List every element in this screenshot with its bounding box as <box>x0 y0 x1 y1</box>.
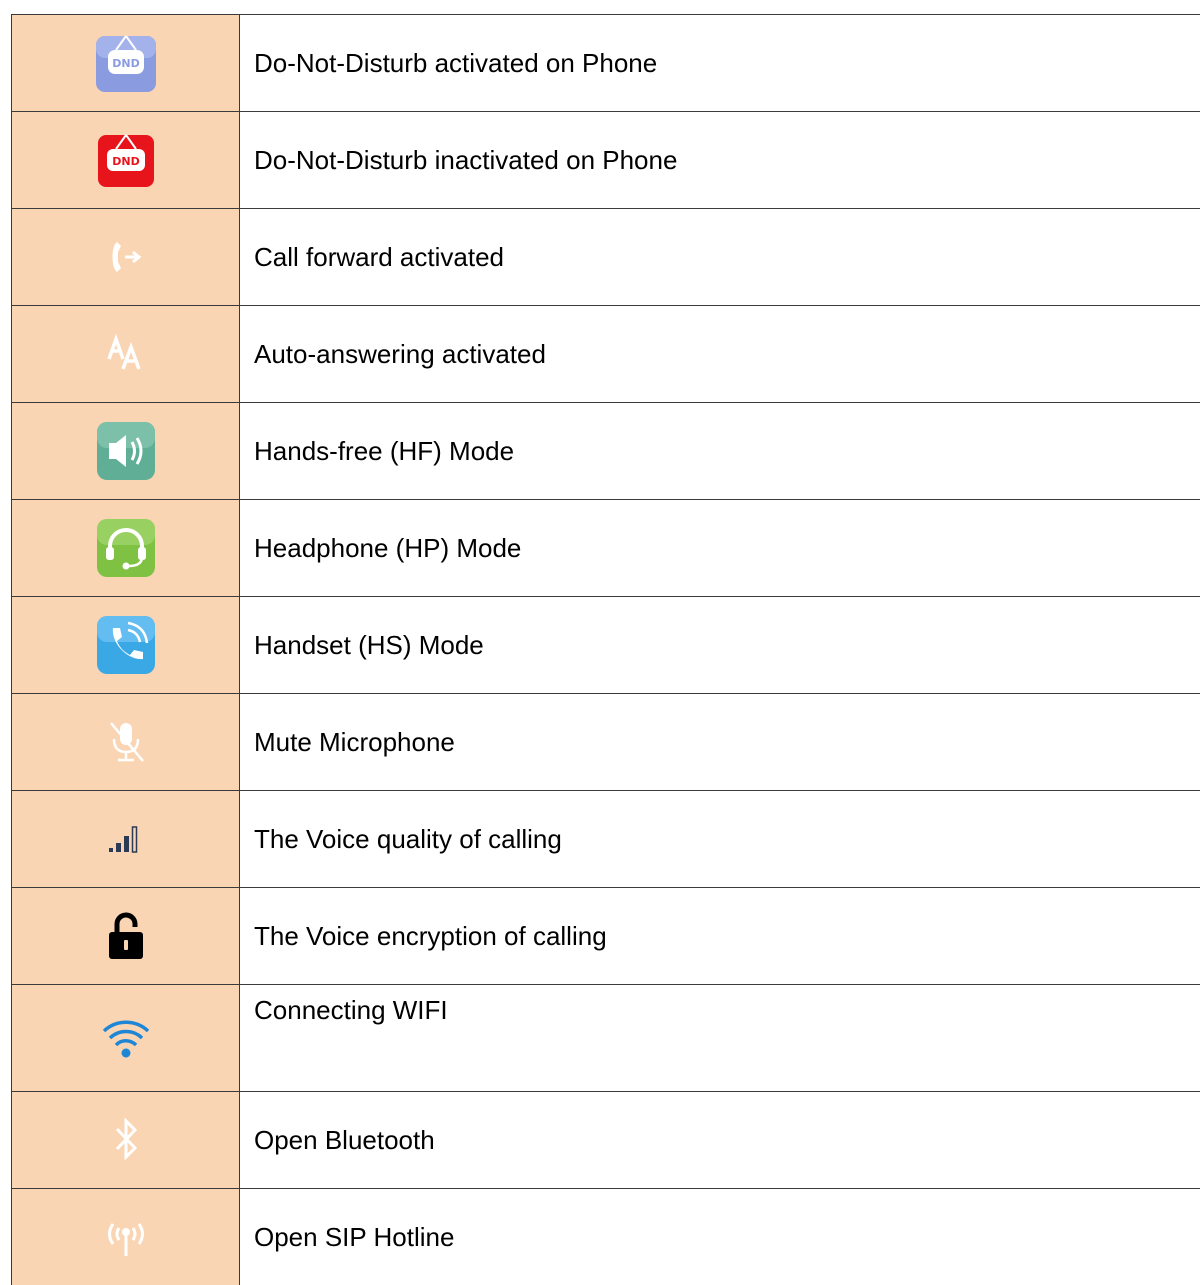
description-cell: Do-Not-Disturb activated on Phone <box>240 15 1200 112</box>
dnd-icon-label: DND <box>112 57 139 70</box>
description-cell: Auto-answering activated <box>240 306 1200 403</box>
row-description: Mute Microphone <box>254 727 455 757</box>
table-row: Open SIP Hotline <box>12 1189 1200 1285</box>
icon-cell <box>12 500 240 597</box>
row-description: Auto-answering activated <box>254 339 546 369</box>
row-description: The Voice quality of calling <box>254 824 562 854</box>
table-row: Open Bluetooth <box>12 1092 1200 1189</box>
row-description: Do-Not-Disturb activated on Phone <box>254 48 657 78</box>
wifi-icon <box>99 1013 153 1063</box>
table-row: Handset (HS) Mode <box>12 597 1200 694</box>
headset-icon <box>93 515 159 581</box>
description-cell: Handset (HS) Mode <box>240 597 1200 694</box>
row-description: Headphone (HP) Mode <box>254 533 521 563</box>
icon-cell: DND <box>12 112 240 209</box>
bluetooth-icon <box>101 1113 151 1167</box>
icon-cell <box>12 694 240 791</box>
lock-icon <box>101 909 151 963</box>
description-cell: Headphone (HP) Mode <box>240 500 1200 597</box>
icon-cell <box>12 403 240 500</box>
description-cell: Call forward activated <box>240 209 1200 306</box>
table-row: Mute Microphone <box>12 694 1200 791</box>
icon-cell <box>12 791 240 888</box>
icon-cell <box>12 1189 240 1285</box>
dnd-inactivated-icon: DND <box>93 127 159 193</box>
table-row: Connecting WIFI <box>12 985 1200 1092</box>
description-cell: The Voice quality of calling <box>240 791 1200 888</box>
table-row: DND Do-Not-Disturb activated on Phone <box>12 15 1200 112</box>
description-cell: Hands-free (HF) Mode <box>240 403 1200 500</box>
row-description: The Voice encryption of calling <box>254 921 607 951</box>
status-icon-legend-table: DND Do-Not-Disturb activated on Phone DN… <box>11 14 1200 1285</box>
call-forward-icon <box>101 232 151 282</box>
dnd-icon-label: DND <box>112 155 139 168</box>
table-row: Auto-answering activated <box>12 306 1200 403</box>
sip-hotline-icon <box>99 1210 153 1264</box>
speaker-icon <box>93 418 159 484</box>
description-cell: Connecting WIFI <box>240 985 1200 1092</box>
table-row: DND Do-Not-Disturb inactivated on Phone <box>12 112 1200 209</box>
description-cell: Mute Microphone <box>240 694 1200 791</box>
table-row: Headphone (HP) Mode <box>12 500 1200 597</box>
row-description: Open SIP Hotline <box>254 1222 454 1252</box>
mute-microphone-icon <box>101 717 151 767</box>
row-description: Connecting WIFI <box>254 995 448 1025</box>
table-row: Call forward activated <box>12 209 1200 306</box>
icon-cell <box>12 985 240 1092</box>
icon-cell <box>12 888 240 985</box>
table-row: Hands-free (HF) Mode <box>12 403 1200 500</box>
row-description: Call forward activated <box>254 242 504 272</box>
table-row: The Voice encryption of calling <box>12 888 1200 985</box>
icon-cell <box>12 597 240 694</box>
description-cell: Open SIP Hotline <box>240 1189 1200 1285</box>
signal-bars-icon <box>101 814 151 864</box>
dnd-activated-icon: DND <box>93 30 159 96</box>
icon-cell: DND <box>12 15 240 112</box>
description-cell: The Voice encryption of calling <box>240 888 1200 985</box>
icon-cell <box>12 1092 240 1189</box>
handset-icon <box>93 612 159 678</box>
row-description: Handset (HS) Mode <box>254 630 484 660</box>
auto-answer-icon <box>101 329 151 379</box>
icon-cell <box>12 306 240 403</box>
description-cell: Do-Not-Disturb inactivated on Phone <box>240 112 1200 209</box>
row-description: Do-Not-Disturb inactivated on Phone <box>254 145 677 175</box>
description-cell: Open Bluetooth <box>240 1092 1200 1189</box>
row-description: Hands-free (HF) Mode <box>254 436 514 466</box>
icon-cell <box>12 209 240 306</box>
table-row: The Voice quality of calling <box>12 791 1200 888</box>
row-description: Open Bluetooth <box>254 1125 435 1155</box>
